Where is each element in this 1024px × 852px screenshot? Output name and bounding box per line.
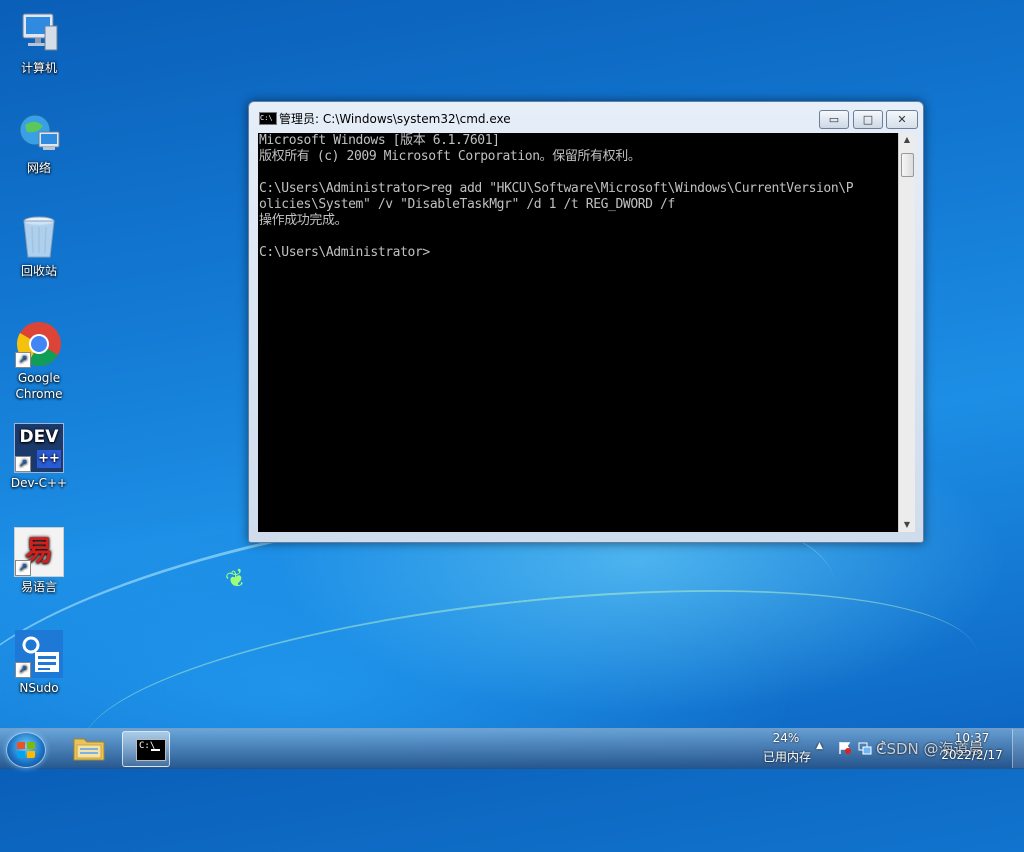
console-prompt: C:\Users\Administrator>: [259, 245, 430, 260]
console-output[interactable]: Microsoft Windows [版本 6.1.7601] 版权所有 (c)…: [258, 133, 898, 532]
cmd-taskbar-icon: C:\: [136, 739, 166, 761]
network-tray-icon[interactable]: [858, 740, 872, 755]
desktop-icon-yiyuyan[interactable]: 易 ↗ 易语言: [4, 527, 74, 595]
scroll-down-arrow-icon[interactable]: ▼: [899, 518, 915, 532]
close-button[interactable]: ✕: [886, 110, 918, 129]
devcpp-icon: DEV ++ ↗: [14, 423, 64, 473]
maximize-button[interactable]: □: [853, 110, 883, 129]
clock-time[interactable]: 10:37: [952, 731, 992, 745]
desktop-icon-label: 网络: [26, 161, 51, 175]
cmd-icon: C:\: [259, 112, 277, 125]
scroll-thumb[interactable]: [901, 153, 914, 177]
action-center-flag-icon[interactable]: [838, 740, 852, 754]
clock-date[interactable]: 2022/2/17: [940, 748, 1004, 762]
shortcut-arrow-icon: ↗: [15, 456, 31, 472]
console-line: Microsoft Windows [版本 6.1.7601]: [259, 133, 500, 148]
window-title: 管理员: C:\Windows\system32\cmd.exe: [279, 112, 511, 126]
console-line: 版权所有 (c) 2009 Microsoft Corporation。保留所有…: [259, 149, 641, 164]
desktop-icon-network[interactable]: 网络: [4, 110, 74, 176]
folder-icon: [73, 738, 105, 761]
computer-icon: [15, 10, 63, 58]
console-line: 操作成功完成。: [259, 213, 348, 228]
window-titlebar[interactable]: C:\ 管理员: C:\Windows\system32\cmd.exe ▭ □…: [249, 102, 923, 132]
memory-percent[interactable]: 24%: [768, 731, 804, 745]
taskbar-cmd-button[interactable]: C:\: [122, 731, 170, 767]
minimize-button[interactable]: ▭: [819, 110, 849, 129]
chrome-icon: ↗: [15, 320, 63, 368]
console-line: olicies\System" /v "DisableTaskMgr" /d 1…: [259, 197, 675, 212]
desktop-icon-label: Google Chrome: [15, 371, 63, 401]
recycle-bin-icon: [15, 213, 63, 261]
desktop-icon-label: 易语言: [20, 580, 57, 594]
show-desktop-button[interactable]: [1012, 729, 1024, 768]
plus-plus-icon: ++: [37, 450, 61, 468]
taskbar-explorer-button[interactable]: [66, 731, 112, 765]
desktop-icon-label: 回收站: [20, 264, 57, 278]
network-icon: [15, 110, 63, 158]
desktop-icon-label: Dev-C++: [10, 476, 68, 490]
start-button[interactable]: [6, 732, 46, 768]
shortcut-arrow-icon: ↗: [15, 560, 31, 576]
desktop-icon-label: 计算机: [20, 61, 57, 75]
scroll-up-arrow-icon[interactable]: ▲: [899, 133, 915, 147]
desktop-icon-google-chrome[interactable]: ↗ Google Chrome: [4, 320, 74, 402]
vertical-scrollbar[interactable]: ▲ ▼: [898, 133, 915, 532]
nsudo-icon: ↗: [15, 630, 63, 678]
cmd-window[interactable]: C:\ 管理员: C:\Windows\system32\cmd.exe ▭ □…: [248, 101, 924, 543]
memory-label[interactable]: 已用内存: [758, 748, 816, 765]
shortcut-arrow-icon: ↗: [15, 662, 31, 678]
show-hidden-icons-button[interactable]: ▲: [816, 741, 823, 751]
shortcut-arrow-icon: ↗: [15, 352, 31, 368]
yiyuyan-icon: 易 ↗: [14, 527, 64, 577]
console-line: C:\Users\Administrator>reg add "HKCU\Sof…: [259, 181, 854, 196]
desktop-icon-recycle-bin[interactable]: 回收站: [4, 213, 74, 279]
devcpp-logo-text: DEV: [19, 427, 59, 447]
desktop-icon-label: NSudo: [19, 681, 59, 695]
desktop-icon-nsudo[interactable]: ↗ NSudo: [4, 630, 74, 696]
desktop-icon-dev-cpp[interactable]: DEV ++ ↗ Dev-C++: [4, 423, 74, 491]
windows-flag-icon: [17, 742, 35, 758]
desktop-icon-computer[interactable]: 计算机: [4, 10, 74, 76]
